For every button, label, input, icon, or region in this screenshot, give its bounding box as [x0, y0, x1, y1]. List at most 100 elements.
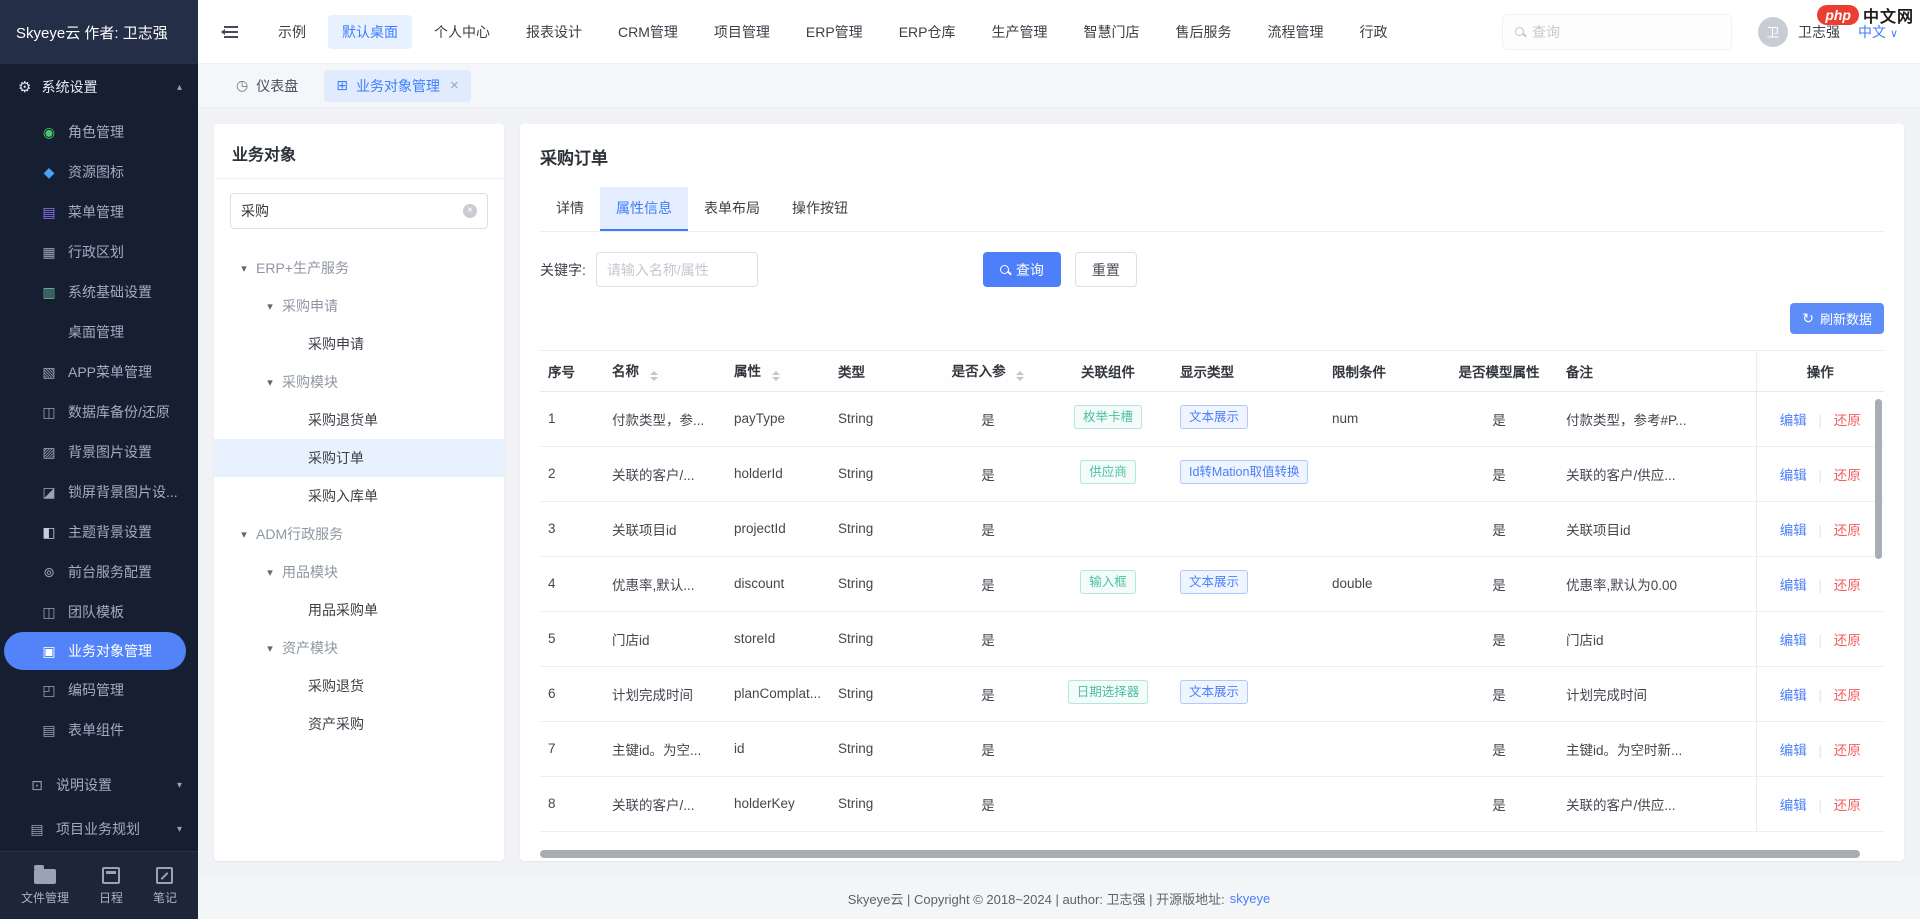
avatar[interactable]: 卫	[1758, 17, 1788, 47]
top-nav-item[interactable]: 智慧门店	[1069, 15, 1153, 49]
tree-node[interactable]: 采购退货	[214, 667, 504, 705]
sidebar-item[interactable]: ▤ 菜单管理	[0, 192, 198, 232]
close-icon[interactable]: ×	[450, 78, 459, 93]
tree-node[interactable]: ▾ ADM行政服务	[214, 515, 504, 553]
tree-node[interactable]: 用品采购单	[214, 591, 504, 629]
edit-link[interactable]: 编辑	[1780, 578, 1807, 593]
table-header-cell[interactable]: 是否入参	[932, 351, 1044, 391]
edit-link[interactable]: 编辑	[1780, 798, 1807, 813]
detail-tab[interactable]: 属性信息	[600, 187, 688, 231]
detail-tab[interactable]: 表单布局	[688, 187, 776, 231]
global-search-input[interactable]	[1532, 24, 1719, 40]
sort-icon[interactable]	[1016, 371, 1024, 381]
top-nav-item[interactable]: 售后服务	[1161, 15, 1245, 49]
table-header-cell[interactable]: 序号	[540, 351, 604, 391]
global-search[interactable]	[1502, 14, 1732, 50]
sidebar-footer-item[interactable]: 日程	[99, 865, 123, 906]
sidebar-group-item[interactable]: ▤ 项目业务规划 ▾	[0, 807, 198, 851]
sort-icon[interactable]	[650, 371, 658, 381]
sidebar-item[interactable]: ▧ APP菜单管理	[0, 352, 198, 392]
restore-link[interactable]: 还原	[1834, 798, 1861, 813]
skyeye-link[interactable]: skyeye	[1230, 891, 1270, 906]
table-header-cell[interactable]: 属性	[726, 351, 830, 391]
restore-link[interactable]: 还原	[1834, 468, 1861, 483]
tree-node[interactable]: 采购入库单	[214, 477, 504, 515]
table-header-cell[interactable]: 是否模型属性	[1440, 351, 1558, 391]
tree-node[interactable]: ▾ 资产模块	[214, 629, 504, 667]
table-horizontal-scrollbar[interactable]	[540, 850, 1860, 858]
table-vertical-scrollbar[interactable]	[1875, 399, 1882, 559]
reset-button[interactable]: 重置	[1075, 252, 1137, 287]
sidebar-item[interactable]: ◫ 团队模板	[0, 592, 198, 632]
query-button[interactable]: 查询	[983, 252, 1061, 287]
sidebar-footer-item[interactable]: 笔记	[153, 865, 177, 906]
tree-node[interactable]: ▾ ERP+生产服务	[214, 249, 504, 287]
sidebar-item[interactable]: ▦ 行政区划	[0, 232, 198, 272]
restore-link[interactable]: 还原	[1834, 578, 1861, 593]
table-header-cell[interactable]: 显示类型	[1172, 351, 1324, 391]
clear-input-icon[interactable]: ×	[463, 204, 477, 218]
table-header-cell[interactable]: 限制条件	[1324, 351, 1440, 391]
sidebar-item[interactable]: ◪ 锁屏背景图片设...	[0, 472, 198, 512]
sidebar-item[interactable]: ▥ 系统基础设置	[0, 272, 198, 312]
keyword-input[interactable]	[596, 252, 758, 287]
sidebar-item[interactable]: ◧ 主题背景设置	[0, 512, 198, 552]
edit-link[interactable]: 编辑	[1780, 523, 1807, 538]
table-header-cell[interactable]: 关联组件	[1044, 351, 1172, 391]
restore-link[interactable]: 还原	[1834, 523, 1861, 538]
sort-icon[interactable]	[772, 371, 780, 381]
restore-link[interactable]: 还原	[1834, 413, 1861, 428]
top-nav-item[interactable]: 示例	[264, 15, 320, 49]
edit-link[interactable]: 编辑	[1780, 633, 1807, 648]
restore-link[interactable]: 还原	[1834, 688, 1861, 703]
tree-node[interactable]: 采购申请	[214, 325, 504, 363]
collapse-sidebar-icon[interactable]	[220, 25, 238, 39]
sidebar-group-system-settings[interactable]: ⚙ 系统设置 ▴	[0, 64, 198, 110]
sidebar-item[interactable]: ▨ 背景图片设置	[0, 432, 198, 472]
tree-search-input[interactable]	[241, 203, 463, 219]
edit-link[interactable]: 编辑	[1780, 743, 1807, 758]
sidebar-item[interactable]: ◫ 数据库备份/还原	[0, 392, 198, 432]
sidebar-item[interactable]: ▣ 业务对象管理	[4, 632, 186, 670]
tree-node[interactable]: ▾ 采购申请	[214, 287, 504, 325]
restore-link[interactable]: 还原	[1834, 743, 1861, 758]
top-nav-item[interactable]: 个人中心	[420, 15, 504, 49]
top-nav-item[interactable]: ERP管理	[792, 15, 877, 49]
edit-link[interactable]: 编辑	[1780, 688, 1807, 703]
sidebar-item[interactable]: ◰ 编码管理	[0, 670, 198, 710]
sidebar-item[interactable]: 桌面管理	[0, 312, 198, 352]
top-nav-item[interactable]: 报表设计	[512, 15, 596, 49]
sidebar-item[interactable]: ▤ 表单组件	[0, 710, 198, 750]
top-nav-item[interactable]: 流程管理	[1253, 15, 1337, 49]
top-nav-item[interactable]: ERP仓库	[885, 15, 970, 49]
tree-node[interactable]: ▾ 用品模块	[214, 553, 504, 591]
top-nav-item[interactable]: 项目管理	[700, 15, 784, 49]
refresh-data-button[interactable]: ↻ 刷新数据	[1790, 303, 1884, 334]
sidebar-group-item[interactable]: ⊡ 说明设置 ▾	[0, 763, 198, 807]
table-header-cell[interactable]: 备注	[1558, 351, 1756, 391]
detail-tab[interactable]: 操作按钮	[776, 187, 864, 231]
table-header-cell[interactable]: 类型	[830, 351, 932, 391]
tree-node[interactable]: 采购订单	[214, 439, 504, 477]
top-nav-item[interactable]: CRM管理	[604, 15, 692, 49]
top-nav-item[interactable]: 默认桌面	[328, 15, 412, 49]
top-nav-item[interactable]: 生产管理	[977, 15, 1061, 49]
sidebar-item[interactable]: ◉ 角色管理	[0, 112, 198, 152]
top-nav-item[interactable]: 行政	[1345, 15, 1401, 49]
restore-link[interactable]: 还原	[1834, 633, 1861, 648]
sidebar-item[interactable]: ◆ 资源图标	[0, 152, 198, 192]
sidebar-footer-item[interactable]: 文件管理	[21, 865, 69, 906]
table-header-cell[interactable]: 名称	[604, 351, 726, 391]
detail-tab[interactable]: 详情	[540, 187, 600, 231]
open-tab[interactable]: ◷ 仪表盘	[224, 70, 310, 102]
tree-node[interactable]: 资产采购	[214, 705, 504, 743]
table-header-cell[interactable]: 操作	[1756, 351, 1884, 391]
edit-link[interactable]: 编辑	[1780, 468, 1807, 483]
sidebar-item[interactable]: ⊚ 前台服务配置	[0, 552, 198, 592]
cell-is-model: 是	[1440, 501, 1558, 556]
sidebar-item[interactable]: ▧ 数据模板	[0, 750, 198, 763]
open-tab[interactable]: ⊞ 业务对象管理 ×	[324, 70, 471, 102]
edit-link[interactable]: 编辑	[1780, 413, 1807, 428]
tree-node[interactable]: ▾ 采购模块	[214, 363, 504, 401]
tree-node[interactable]: 采购退货单	[214, 401, 504, 439]
